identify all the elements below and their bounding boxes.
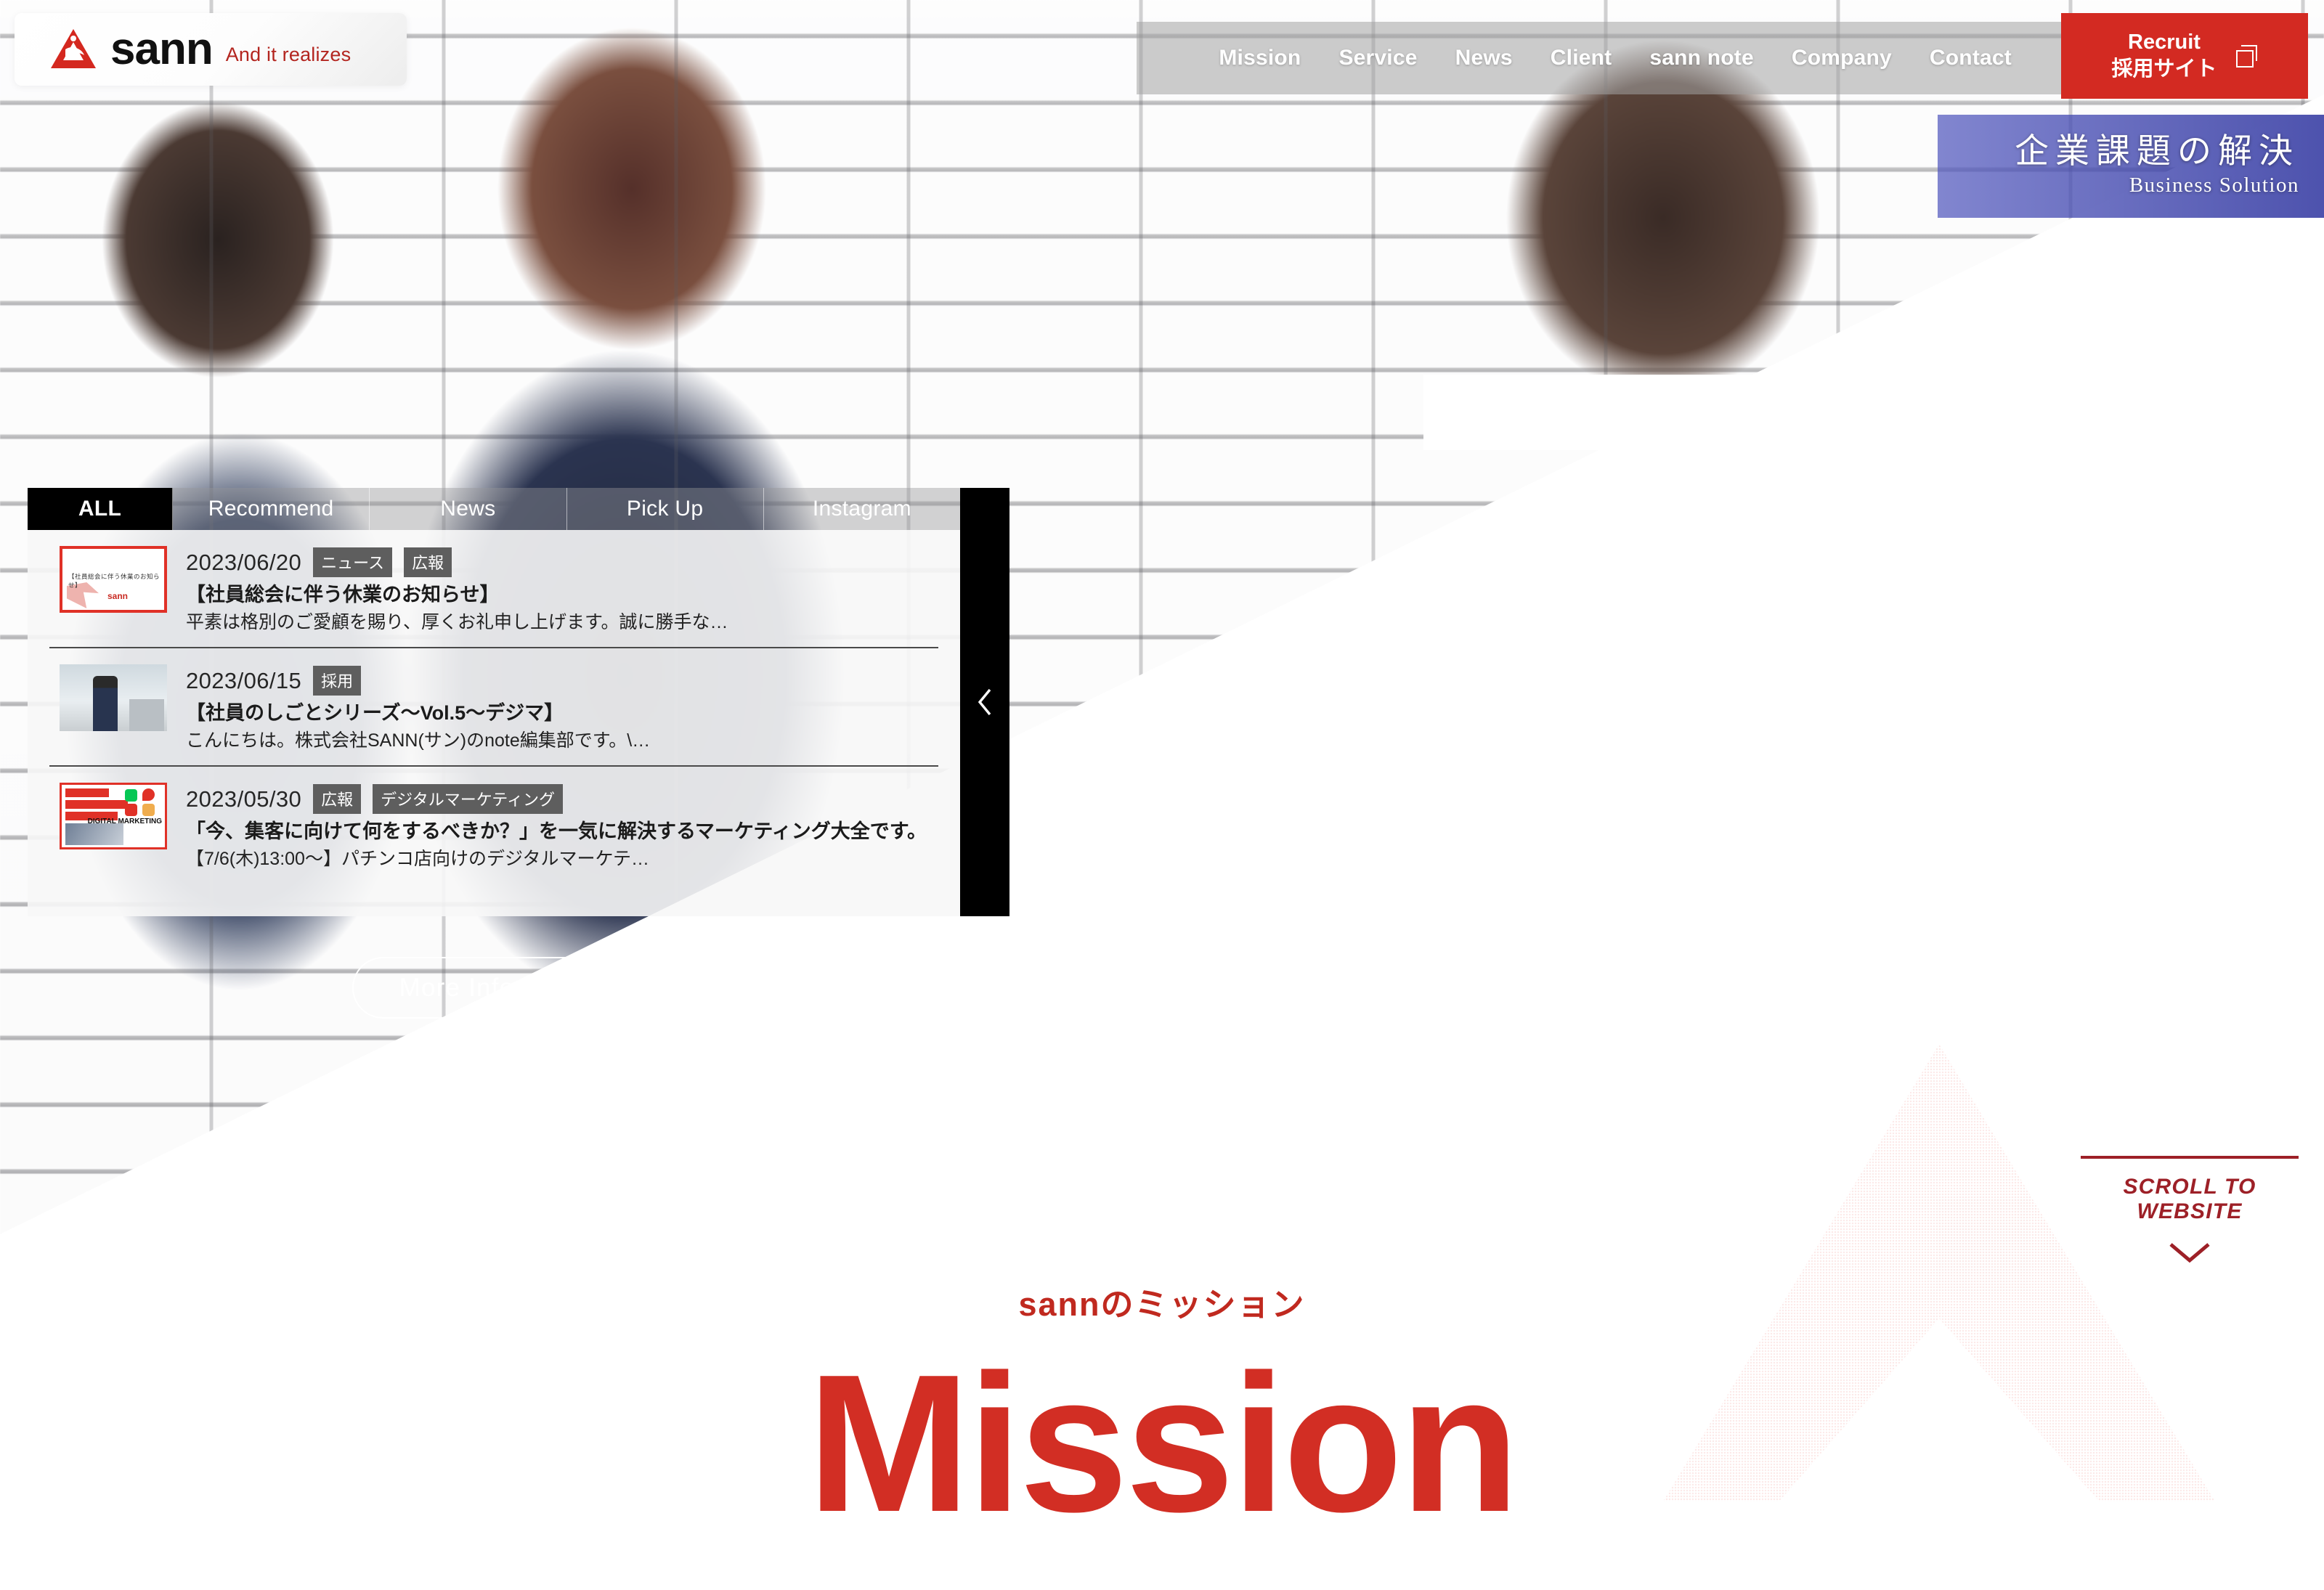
hero-white-overlay-band xyxy=(1423,375,2324,450)
news-item-excerpt: 【7/6(木)13:00〜】パチンコ店向けのデジタルマーケテ… xyxy=(186,848,649,869)
news-item-tag[interactable]: デジタルマーケティング xyxy=(373,784,563,815)
replay-button[interactable]: REPLAY xyxy=(1017,979,1153,1006)
replay-icon xyxy=(1019,981,1041,1003)
chevron-left-icon xyxy=(978,688,991,716)
news-tab-recommend[interactable]: Recommend xyxy=(173,488,370,530)
nav-item-contact[interactable]: Contact xyxy=(1911,46,2031,70)
skip-label: SKIP xyxy=(1224,979,1284,1006)
recruit-site-button[interactable]: Recruit 採用サイト xyxy=(2061,13,2308,99)
line-icon xyxy=(125,789,137,802)
news-tab-news[interactable]: News xyxy=(370,488,567,530)
news-carousel-panel: ALL Recommend News Pick Up Instagram 【社員… xyxy=(28,488,1009,916)
news-item-meta: 2023/06/15 採用 xyxy=(186,666,938,696)
news-list-item[interactable]: 2023/06/15 採用 【社員のしごとシリーズ〜Vol.5〜デジマ】 こんに… xyxy=(49,648,938,767)
more-information-label: More Information xyxy=(399,973,606,1002)
news-carousel-prev-button[interactable] xyxy=(960,488,1009,916)
news-item-tag[interactable]: 広報 xyxy=(404,547,452,577)
news-item-tag[interactable]: ニュース xyxy=(313,547,393,577)
nav-item-client[interactable]: Client xyxy=(1532,46,1631,70)
news-item-excerpt: こんにちは。株式会社SANN(サン)のnote編集部です。\… xyxy=(186,730,651,751)
nav-item-service[interactable]: Service xyxy=(1320,46,1436,70)
skip-button[interactable]: SKIP xyxy=(1190,979,1284,1006)
map-pin-icon xyxy=(142,788,155,802)
news-list: 【社員総会に伴う休業のお知らせ】 sann 2023/06/20 ニュース 広報… xyxy=(28,530,960,916)
logo-wordmark: sann xyxy=(110,24,214,74)
main-navigation: Mission Service News Client sann note Co… xyxy=(1137,22,2061,94)
nav-item-news[interactable]: News xyxy=(1437,46,1532,70)
news-tab-bar: ALL Recommend News Pick Up Instagram xyxy=(28,488,960,530)
mission-section: sannのミッション Mission xyxy=(0,1278,2324,1553)
recruit-label-en: Recruit xyxy=(2128,30,2201,54)
nav-item-company[interactable]: Company xyxy=(1773,46,1911,70)
news-item-body: 2023/05/30 広報 デジタルマーケティング 「今、集客に向けて何をするべ… xyxy=(186,783,938,871)
thumb-photo xyxy=(65,823,123,846)
business-solution-banner: 企業課題の解決 Business Solution xyxy=(1938,115,2324,218)
news-thumbnail xyxy=(60,664,167,732)
news-item-body: 2023/06/20 ニュース 広報 【社員総会に伴う休業のお知らせ】 平素は格… xyxy=(186,546,938,634)
thumb-bar xyxy=(65,800,128,810)
recruit-button-label: Recruit 採用サイト xyxy=(2111,29,2217,82)
news-tab-pickup[interactable]: Pick Up xyxy=(566,488,764,530)
news-thumbnail: DIGITAL MARKETING xyxy=(60,783,167,850)
mission-title: Mission xyxy=(807,1334,1519,1553)
scroll-to-website-cue[interactable]: SCROLL TO WEBSITE xyxy=(2081,1156,2299,1268)
banner-headline-en: Business Solution xyxy=(2129,174,2299,197)
news-tab-instagram[interactable]: Instagram xyxy=(763,488,960,530)
news-item-meta: 2023/05/30 広報 デジタルマーケティング xyxy=(186,784,938,815)
news-item-date: 2023/06/20 xyxy=(186,549,302,575)
news-list-item[interactable]: DIGITAL MARKETING 2023/05/30 広報 デジタルマーケテ… xyxy=(49,767,938,884)
news-item-tag[interactable]: 広報 xyxy=(313,784,362,815)
news-item-title: 【社員のしごとシリーズ〜Vol.5〜デジマ】 xyxy=(186,702,564,725)
nav-item-sann-note[interactable]: sann note xyxy=(1630,46,1772,70)
news-item-title: 「今、集客に向けて何をするべきか？」を一気に解決するマーケティング大全です。 xyxy=(186,820,927,843)
thumb-brand: DIGITAL MARKETING xyxy=(87,818,162,826)
sann-triangle-logo-icon xyxy=(51,29,96,68)
youtube-icon xyxy=(125,804,137,817)
news-item-excerpt: 平素は格別のご愛顧を賜り、厚くお礼申し上げます。誠に勝手な… xyxy=(186,611,728,632)
news-item-date: 2023/05/30 xyxy=(186,786,302,812)
nav-item-mission[interactable]: Mission xyxy=(1200,46,1320,70)
news-tab-all[interactable]: ALL xyxy=(28,488,173,530)
web-icon xyxy=(142,804,155,817)
logo-tagline: And it realizes xyxy=(225,43,352,65)
scroll-cue-label: SCROLL TO WEBSITE xyxy=(2123,1175,2256,1223)
chevron-down-icon xyxy=(619,983,635,993)
thumb-logo: sann xyxy=(107,591,129,601)
scroll-cue-rule xyxy=(2081,1156,2299,1159)
news-item-tag[interactable]: 採用 xyxy=(313,666,362,696)
thumb-bar xyxy=(65,788,109,798)
news-item-title: 【社員総会に伴う休業のお知らせ】 xyxy=(186,584,500,606)
replay-label: REPLAY xyxy=(1053,979,1153,1006)
thumb-caption: 【社員総会に伴う休業のお知らせ】 xyxy=(68,573,161,589)
news-thumbnail: 【社員総会に伴う休業のお知らせ】 sann xyxy=(60,546,167,613)
news-list-item[interactable]: 【社員総会に伴う休業のお知らせ】 sann 2023/06/20 ニュース 広報… xyxy=(49,530,938,649)
news-item-body: 2023/06/15 採用 【社員のしごとシリーズ〜Vol.5〜デジマ】 こんに… xyxy=(186,664,938,752)
chevron-down-icon xyxy=(2169,1243,2210,1263)
banner-headline-jp: 企業課題の解決 xyxy=(2015,133,2299,171)
homepage: sann And it realizes Mission Service New… xyxy=(0,0,2324,1590)
more-information-button[interactable]: More Information xyxy=(352,957,683,1019)
mission-subtitle: sannのミッション xyxy=(1018,1286,1306,1323)
site-logo[interactable]: sann And it realizes xyxy=(15,13,407,86)
video-controls: REPLAY SKIP xyxy=(1017,979,1284,1006)
news-item-date: 2023/06/15 xyxy=(186,667,302,693)
external-link-icon xyxy=(2235,45,2258,68)
news-item-meta: 2023/06/20 ニュース 広報 xyxy=(186,547,938,577)
recruit-label-jp: 採用サイト xyxy=(2111,57,2217,81)
skip-forward-icon xyxy=(1192,984,1211,1001)
